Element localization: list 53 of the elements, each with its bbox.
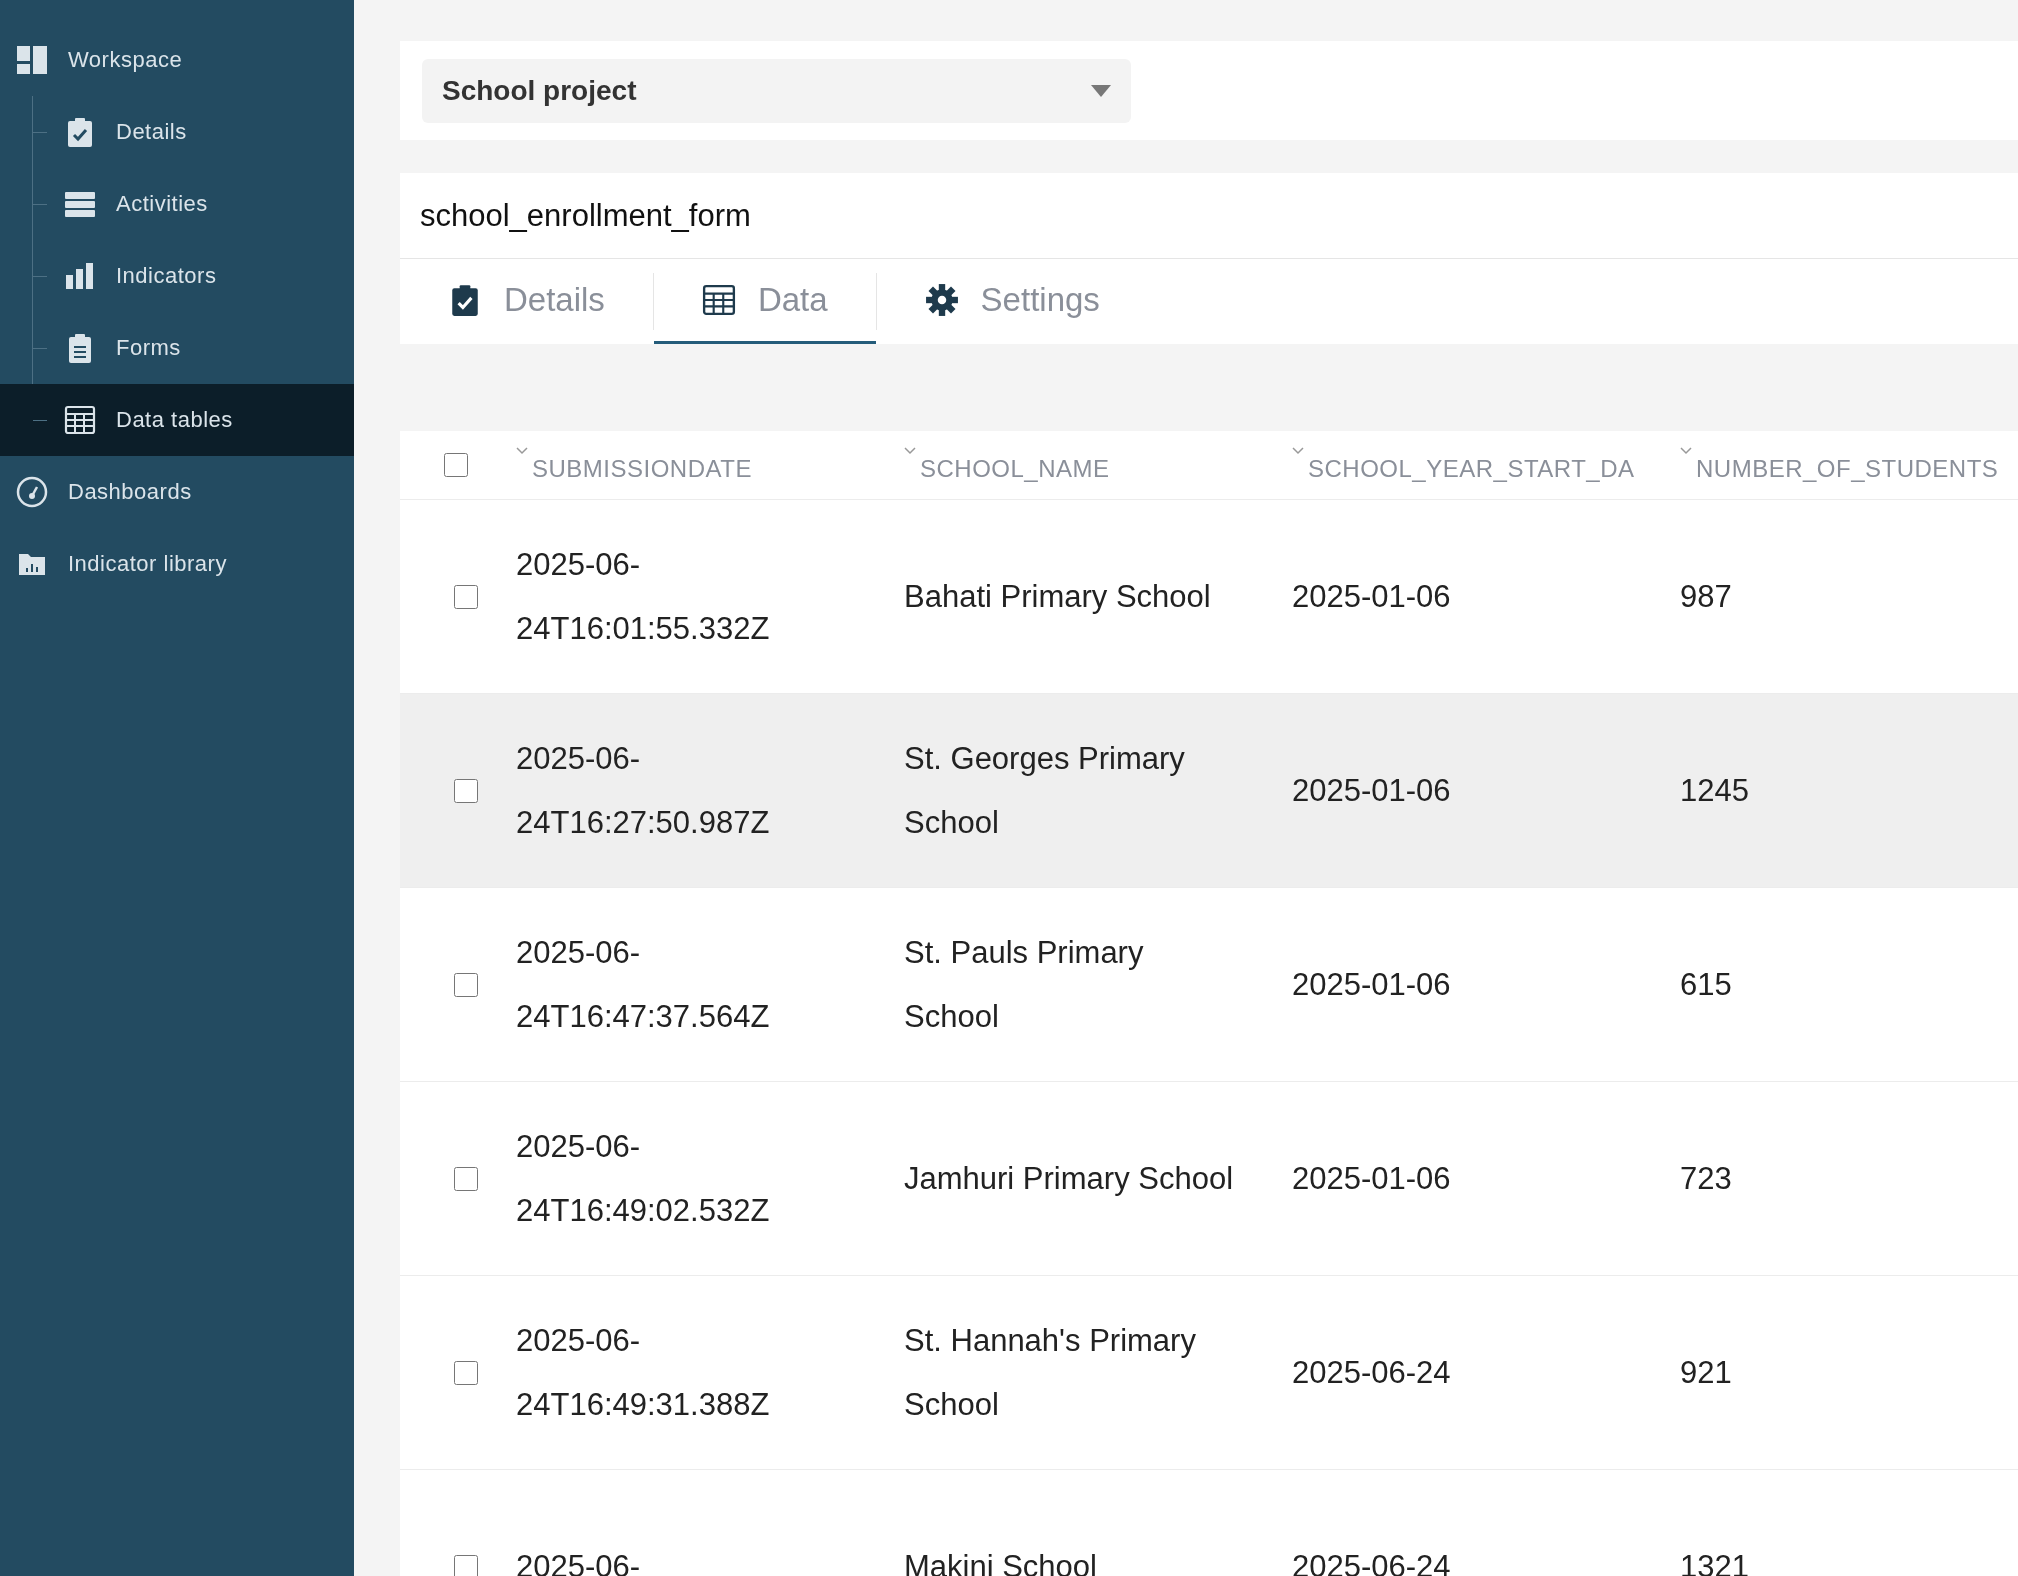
row-checkbox[interactable] — [454, 1554, 478, 1576]
gauge-icon — [16, 476, 48, 508]
chevron-icon — [516, 447, 528, 455]
settings-icon — [924, 283, 959, 317]
table-cell-text: 615 — [1680, 965, 1733, 1004]
table-cell-text: St. Georges Primary School — [904, 739, 1186, 842]
sidebar-item[interactable]: Forms — [0, 312, 354, 384]
form-title: school_enrollment_form — [400, 173, 2018, 259]
table-cell-text: Jamhuri Primary School — [904, 1159, 1235, 1198]
sidebar-item[interactable]: Workspace — [0, 24, 354, 96]
table-cell-text: 2025-06- 24T16:01:55.332Z — [516, 545, 771, 648]
sidebar-item[interactable]: Activities — [0, 168, 354, 240]
table-cell-text: 2025-06- — [516, 1547, 642, 1576]
project-select[interactable]: School project — [422, 58, 1131, 123]
table-cell-text: 723 — [1680, 1159, 1733, 1198]
row-checkbox[interactable] — [454, 778, 478, 803]
table-row[interactable]: 2025-06- 24T16:27:50.987Z St. Georges Primary School 2025-01-06 1245 — [400, 694, 2018, 888]
table-cell-text: 2025-01-06 — [1292, 965, 1452, 1004]
sidebar-item[interactable]: Details — [0, 96, 354, 168]
row-checkbox[interactable] — [454, 584, 478, 609]
sidebar-item[interactable]: Dashboards — [0, 456, 354, 528]
row-checkbox[interactable] — [454, 972, 478, 997]
select-all-checkbox[interactable] — [444, 453, 468, 477]
bar-chart-icon — [64, 260, 96, 292]
table-cell-text: 2025-06- 24T16:49:31.388Z — [516, 1321, 771, 1424]
table-cell-text: 2025-06-24 — [1292, 1353, 1452, 1392]
layout-icon — [16, 44, 48, 76]
table-cell-text: 2025-06- 24T16:49:02.532Z — [516, 1127, 771, 1230]
row-checkbox[interactable] — [454, 1166, 478, 1191]
row-checkbox[interactable] — [454, 1360, 478, 1385]
table-cell-text: Makini School — [904, 1547, 1098, 1576]
table-cell-text: 987 — [1680, 577, 1733, 616]
table-cell-text: St. Hannah's Primary School — [904, 1321, 1197, 1424]
table-icon — [701, 283, 736, 317]
table-cell-text: 2025-06- 24T16:47:37.564Z — [516, 933, 771, 1036]
table-cell-text: 2025-01-06 — [1292, 577, 1452, 616]
chevron-icon — [1680, 447, 1692, 455]
sidebar-item[interactable]: Indicators — [0, 240, 354, 312]
table-cell-text: Bahati Primary School — [904, 577, 1212, 616]
table-cell-text: 2025-01-06 — [1292, 771, 1452, 810]
table-cell-text: St. Pauls Primary School — [904, 933, 1145, 1036]
table-icon — [64, 404, 96, 436]
table-cell-text: 2025-06-24 — [1292, 1547, 1452, 1576]
chevron-icon — [1292, 447, 1304, 455]
table-cell-text: 1321 — [1680, 1547, 1750, 1576]
table-cell-text: 921 — [1680, 1353, 1733, 1392]
table-cell-text: 1245 — [1680, 771, 1750, 810]
sidebar-item[interactable]: Indicator library — [0, 528, 354, 600]
sidebar-item[interactable]: Data tables — [0, 384, 354, 456]
chevron-icon — [904, 447, 916, 455]
table-cell-text: 2025-01-06 — [1292, 1159, 1452, 1198]
table-cell-text: 2025-06- 24T16:27:50.987Z — [516, 739, 771, 842]
caret-icon — [1091, 84, 1111, 97]
